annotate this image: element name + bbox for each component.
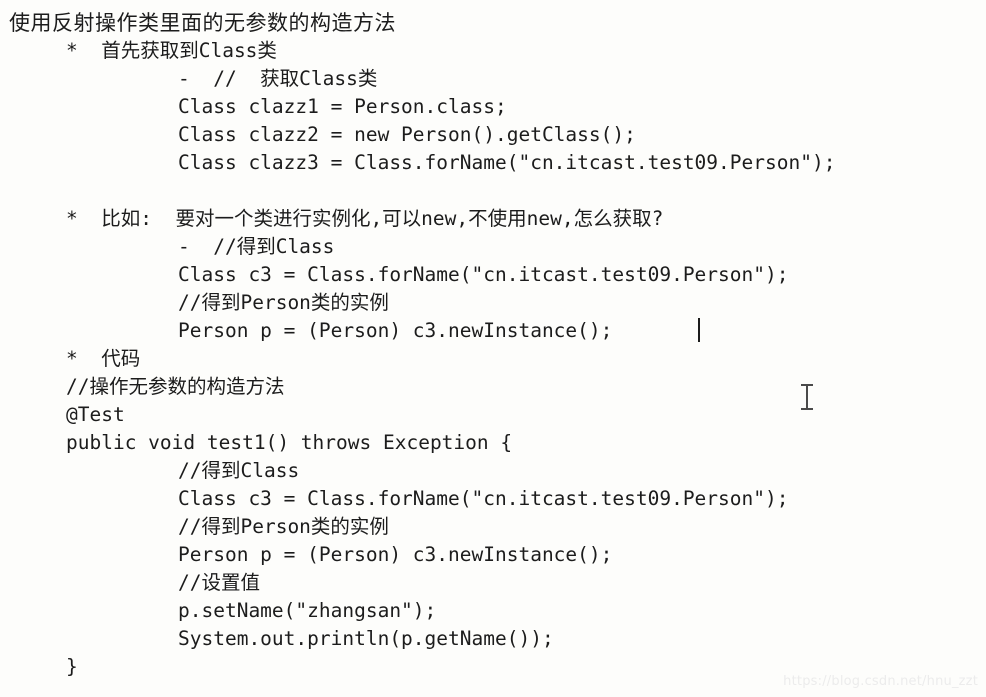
code-line: Person p = (Person) c3.newInstance(); <box>178 319 613 342</box>
code-line: Person p = (Person) c3.newInstance(); <box>178 543 613 566</box>
code-line: * 代码 <box>66 347 141 370</box>
code-line: - //得到Class <box>178 235 335 258</box>
code-line: Class clazz1 = Person.class; <box>178 95 507 118</box>
code-line: Class clazz2 = new Person().getClass(); <box>178 123 636 146</box>
code-line: 使用反射操作类里面的无参数的构造方法 <box>9 11 396 35</box>
code-line: p.setName("zhangsan"); <box>178 599 437 622</box>
code-line: //得到Person类的实例 <box>178 515 389 538</box>
code-line: @Test <box>66 403 125 426</box>
code-line: //得到Person类的实例 <box>178 291 389 314</box>
code-line: public void test1() throws Exception { <box>66 431 513 454</box>
code-line: //设置值 <box>178 571 260 594</box>
code-line: //得到Class <box>178 459 300 482</box>
text-insertion-caret <box>698 318 700 342</box>
code-text-area[interactable]: 使用反射操作类里面的无参数的构造方法 * 首先获取到Class类 - // 获取Cl… <box>0 0 986 697</box>
code-line: Class c3 = Class.forName("cn.itcast.test… <box>178 487 789 510</box>
code-line: Class clazz3 = Class.forName("cn.itcast.… <box>178 151 836 174</box>
code-line: Class c3 = Class.forName("cn.itcast.test… <box>178 263 789 286</box>
blog-watermark: https://blog.csdn.net/hnu_zzt <box>783 674 978 689</box>
code-line: System.out.println(p.getName()); <box>178 627 554 650</box>
code-line: * 首先获取到Class类 <box>66 39 277 62</box>
code-line: //操作无参数的构造方法 <box>66 375 285 398</box>
code-line: - // 获取Class类 <box>178 67 378 90</box>
code-editor-screen: 使用反射操作类里面的无参数的构造方法 * 首先获取到Class类 - // 获取Cl… <box>0 0 986 697</box>
code-line: * 比如: 要对一个类进行实例化,可以new,不使用new,怎么获取? <box>66 207 664 230</box>
